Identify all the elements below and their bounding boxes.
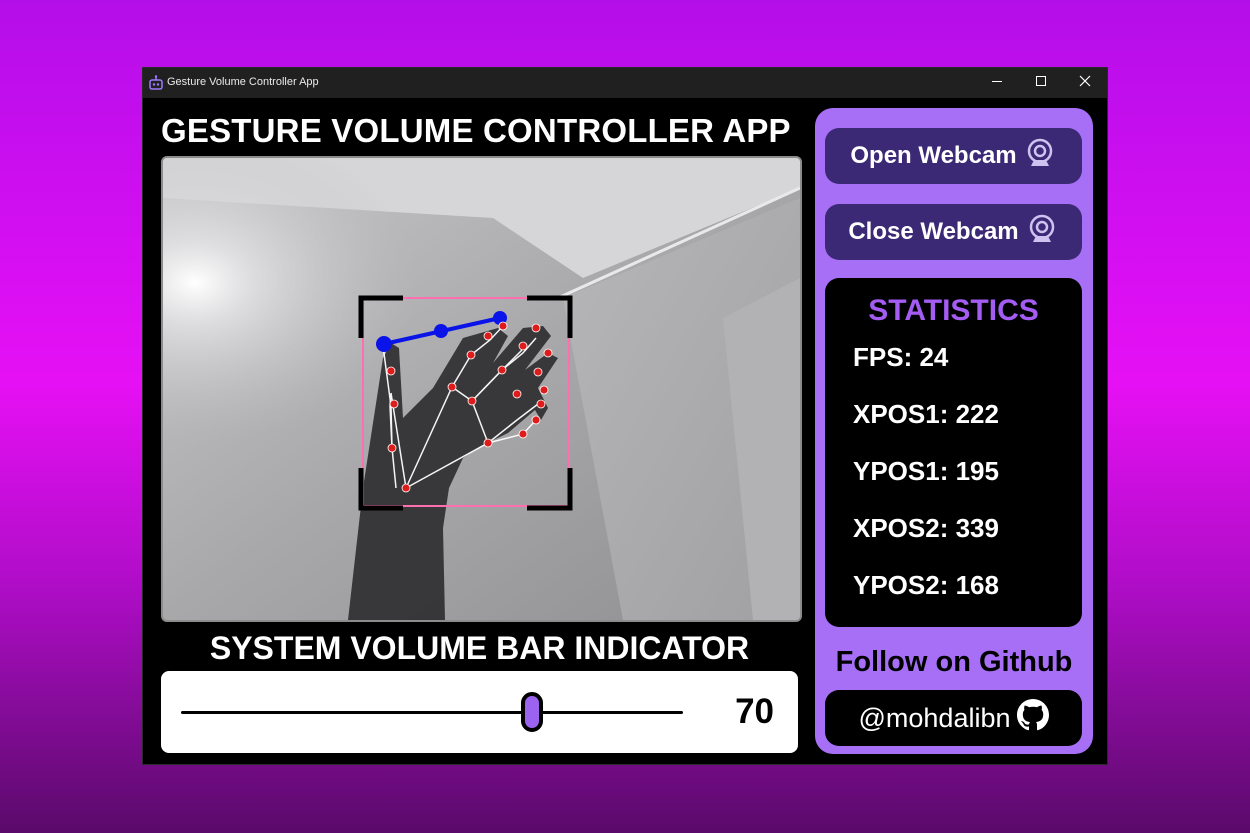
- window-title: Gesture Volume Controller App: [167, 76, 319, 88]
- minimize-button[interactable]: [975, 68, 1019, 98]
- stat-ypos1: YPOS1: 195: [853, 456, 999, 486]
- robot-icon: [147, 74, 165, 92]
- sidebar: Open Webcam Close Webcam STATISTICS FPS:…: [815, 108, 1093, 754]
- volume-slider-handle[interactable]: [521, 692, 544, 732]
- volume-slider-track[interactable]: [181, 711, 683, 714]
- app-window: Gesture Volume Controller App GESTURE VO…: [143, 68, 1107, 764]
- statistics-panel: STATISTICS FPS: 24 XPOS1: 222 YPOS1: 195…: [825, 278, 1082, 627]
- close-window-button[interactable]: [1063, 68, 1107, 98]
- volume-value: 70: [735, 692, 774, 731]
- open-webcam-button[interactable]: Open Webcam: [825, 128, 1082, 184]
- volume-bar: 70: [161, 671, 798, 753]
- stat-ypos2: YPOS2: 168: [853, 570, 999, 600]
- follow-label: Follow on Github: [835, 646, 1073, 678]
- github-handle: @mohdalibn: [858, 702, 1011, 733]
- minimize-icon: [991, 74, 1003, 92]
- stat-xpos1: XPOS1: 222: [853, 399, 999, 429]
- close-webcam-button[interactable]: Close Webcam: [825, 204, 1082, 260]
- statistics-title: STATISTICS: [868, 294, 1039, 327]
- title-bar[interactable]: Gesture Volume Controller App: [143, 68, 1107, 98]
- webcam-icon: [1023, 136, 1057, 177]
- volume-heading: SYSTEM VOLUME BAR INDICATOR: [209, 630, 750, 666]
- maximize-icon: [1035, 74, 1047, 92]
- close-webcam-label: Close Webcam: [848, 218, 1019, 245]
- close-icon: [1079, 74, 1091, 92]
- github-icon: [1016, 698, 1049, 738]
- stat-xpos2: XPOS2: 339: [853, 513, 999, 543]
- webcam-image: [161, 156, 802, 622]
- stat-fps: FPS: 24: [853, 342, 949, 372]
- webcam-icon: [1025, 212, 1059, 253]
- app-heading: GESTURE VOLUME CONTROLLER APP: [161, 112, 791, 149]
- open-webcam-label: Open Webcam: [850, 142, 1017, 169]
- maximize-button[interactable]: [1019, 68, 1063, 98]
- github-link-button[interactable]: @mohdalibn: [825, 690, 1082, 746]
